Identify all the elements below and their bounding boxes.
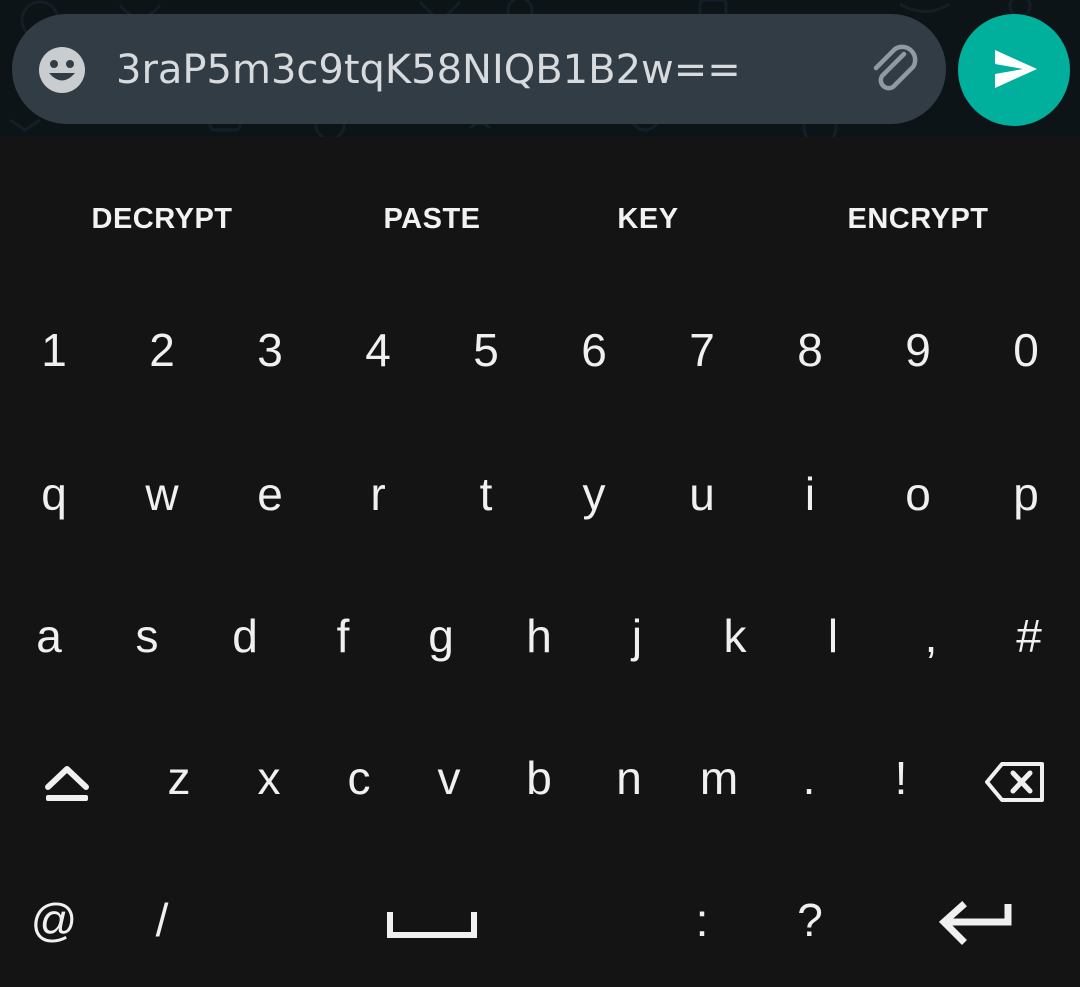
key-d[interactable]: d (196, 581, 294, 691)
backspace-icon (985, 761, 1044, 802)
emoji-smile-icon[interactable] (38, 46, 86, 94)
key-exclamation[interactable]: ! (856, 723, 946, 833)
key-m[interactable]: m (674, 723, 764, 833)
key-c[interactable]: c (314, 723, 404, 833)
key-s[interactable]: s (98, 581, 196, 691)
key-z[interactable]: z (134, 723, 224, 833)
key-x[interactable]: x (224, 723, 314, 833)
key-e[interactable]: e (216, 439, 324, 549)
key-y[interactable]: y (540, 439, 648, 549)
key-w[interactable]: w (108, 439, 216, 549)
key-p[interactable]: p (972, 439, 1080, 549)
key-3[interactable]: 3 (216, 295, 324, 405)
send-arrow-icon (995, 50, 1037, 88)
shift-key[interactable] (12, 723, 122, 833)
key-at[interactable]: @ (0, 865, 108, 975)
message-input-text[interactable]: 3raP5m3c9tqK58NIQB1B2w== (116, 44, 741, 96)
number-row: 1 2 3 4 5 6 7 8 9 0 (0, 295, 1080, 405)
key-o[interactable]: o (864, 439, 972, 549)
key-i[interactable]: i (756, 439, 864, 549)
shift-icon (45, 765, 89, 801)
chat-composer-bar: 3raP5m3c9tqK58NIQB1B2w== (0, 0, 1080, 137)
key-6[interactable]: 6 (540, 295, 648, 405)
key-2[interactable]: 2 (108, 295, 216, 405)
key-7[interactable]: 7 (648, 295, 756, 405)
space-bar-icon (387, 911, 477, 938)
key-q[interactable]: q (0, 439, 108, 549)
key-v[interactable]: v (404, 723, 494, 833)
key-b[interactable]: b (494, 723, 584, 833)
decrypt-button[interactable]: DECRYPT (72, 187, 252, 251)
key-comma[interactable]: , (882, 581, 980, 691)
backspace-key[interactable] (960, 723, 1070, 833)
key-u[interactable]: u (648, 439, 756, 549)
key-colon[interactable]: : (648, 865, 756, 975)
key-9[interactable]: 9 (864, 295, 972, 405)
keyboard-action-row: DECRYPT PASTE KEY ENCRYPT (0, 187, 1080, 251)
enter-key[interactable] (920, 865, 1030, 975)
key-1[interactable]: 1 (0, 295, 108, 405)
paste-button[interactable]: PASTE (362, 187, 502, 251)
space-key[interactable] (324, 865, 540, 975)
key-h[interactable]: h (490, 581, 588, 691)
key-button[interactable]: KEY (598, 187, 698, 251)
encryption-keyboard-screen: 3raP5m3c9tqK58NIQB1B2w== DECRYPT PASTE K… (0, 0, 1080, 987)
key-t[interactable]: t (432, 439, 540, 549)
enter-arrow-icon (938, 900, 1012, 945)
paperclip-icon[interactable] (866, 40, 926, 100)
key-period[interactable]: . (764, 723, 854, 833)
key-f[interactable]: f (294, 581, 392, 691)
key-k[interactable]: k (686, 581, 784, 691)
key-4[interactable]: 4 (324, 295, 432, 405)
symbol-row: @ / : ? (0, 865, 1080, 975)
key-slash[interactable]: / (108, 865, 216, 975)
key-n[interactable]: n (584, 723, 674, 833)
send-button[interactable] (958, 14, 1070, 126)
key-8[interactable]: 8 (756, 295, 864, 405)
key-j[interactable]: j (588, 581, 686, 691)
key-l[interactable]: l (784, 581, 882, 691)
key-a[interactable]: a (0, 581, 98, 691)
key-0[interactable]: 0 (972, 295, 1080, 405)
key-r[interactable]: r (324, 439, 432, 549)
bottom-letter-row: z x c v b n m . ! (0, 723, 1080, 833)
home-letter-row: a s d f g h j k l , # (0, 581, 1080, 691)
key-g[interactable]: g (392, 581, 490, 691)
encrypt-button[interactable]: ENCRYPT (828, 187, 1008, 251)
key-5[interactable]: 5 (432, 295, 540, 405)
top-letter-row: q w e r t y u i o p (0, 439, 1080, 549)
keyboard: DECRYPT PASTE KEY ENCRYPT 1 2 3 4 5 6 7 … (0, 137, 1080, 987)
key-question[interactable]: ? (756, 865, 864, 975)
key-hash[interactable]: # (980, 581, 1078, 691)
